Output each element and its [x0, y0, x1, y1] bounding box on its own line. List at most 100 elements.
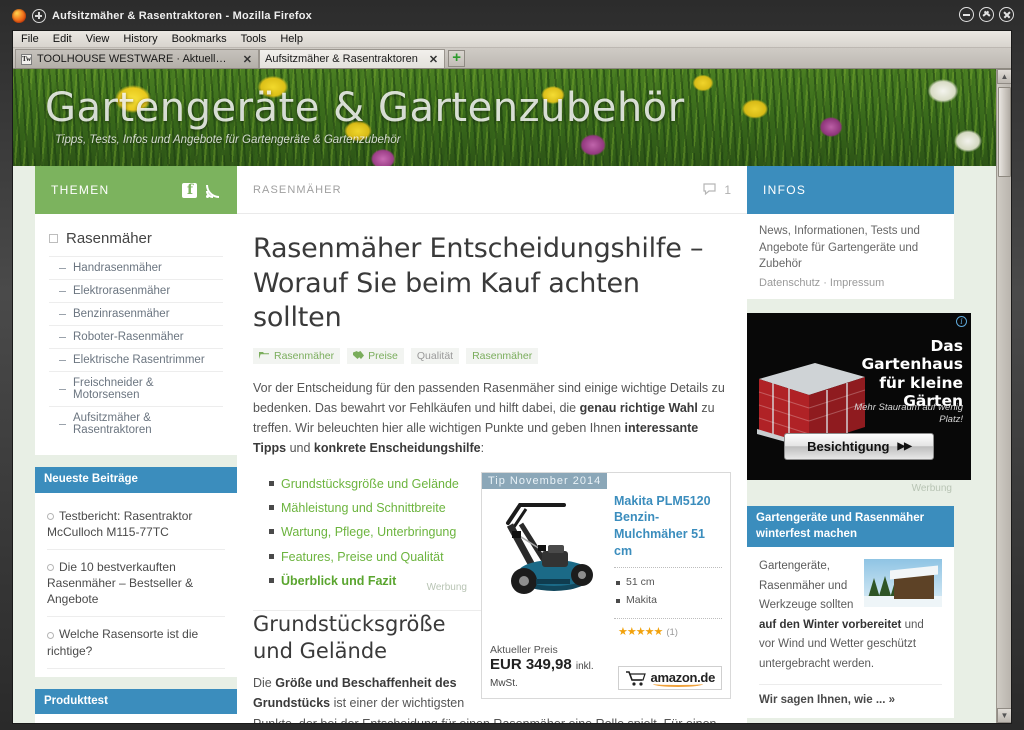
banner-ad[interactable]: i Das Gartenhaus für kleine Gärten Mehr …	[747, 313, 971, 481]
toc-link[interactable]: Überblick und Fazit	[281, 574, 396, 588]
producttest-header: Produkttest	[35, 688, 237, 715]
menu-edit[interactable]: Edit	[53, 33, 72, 45]
firefox-logo-icon	[12, 9, 26, 23]
sidebar-item-elektrische-rasentrimmer[interactable]: Elektrische Rasentrimmer	[49, 348, 223, 371]
window-titlebar: Aufsitzmäher & Rasentraktoren - Mozilla …	[6, 6, 1018, 26]
sidebar-item-label: Elektrische Rasentrimmer	[73, 354, 205, 366]
intro-text-3: und	[286, 441, 314, 456]
toc-item[interactable]: Grundstücksgröße und Gelände	[269, 472, 731, 496]
sidebar-item-label: Handrasenmäher	[73, 262, 162, 274]
window-title: Aufsitzmäher & Rasentraktoren - Mozilla …	[52, 10, 313, 22]
product-rating: ★★★★★ (1)	[614, 625, 722, 638]
toc-link[interactable]: Wartung, Pflege, Unterbringung	[281, 525, 456, 539]
tag-chip-preise[interactable]: Preise	[347, 347, 404, 364]
sidebar-item-handrasenmaeher[interactable]: Handrasenmäher	[49, 256, 223, 279]
sidebar-item-roboter-rasenmaeher[interactable]: Roboter-Rasenmäher	[49, 325, 223, 348]
post-title: Welche Rasensorte ist die richtige?	[47, 627, 199, 658]
sidebar-item-elektrorasenmaeher[interactable]: Elektrorasenmäher	[49, 279, 223, 302]
sidebar-item-label: Freischneider & Motorsensen	[73, 377, 154, 401]
scrollbar-thumb[interactable]	[998, 87, 1011, 177]
vertical-scrollbar[interactable]: ▲ ▼	[996, 69, 1011, 723]
toc-item[interactable]: Wartung, Pflege, Unterbringung	[269, 520, 731, 544]
shopping-cart-icon	[625, 671, 646, 686]
comment-count: 1	[724, 182, 731, 197]
menu-tools[interactable]: Tools	[241, 33, 267, 45]
sidebar-item-freischneider-motorsensen[interactable]: Freischneider & Motorsensen	[49, 371, 223, 406]
article-intro: Vor der Entscheidung für den passenden R…	[253, 378, 731, 459]
winter-more-link[interactable]: Wir sagen Ihnen, wie ... »	[759, 684, 942, 706]
amazon-buy-button[interactable]: amazon.de	[617, 665, 722, 690]
list-item[interactable]: Die 10 bestverkauften Rasenmäher – Bests…	[47, 550, 225, 618]
close-button[interactable]	[999, 7, 1014, 22]
article-meta: Rasenmäher Preise Qualität Rasenmäher	[253, 347, 731, 364]
toc-link[interactable]: Grundstücksgröße und Gelände	[281, 477, 459, 491]
left-sidebar: THEMEN Rasenmäher	[13, 166, 237, 723]
minimize-button[interactable]	[959, 7, 974, 22]
menu-history[interactable]: History	[123, 33, 157, 45]
toc-link[interactable]: Mähleistung und Schnittbreite	[281, 501, 446, 515]
menu-view[interactable]: View	[86, 33, 110, 45]
tab-label: Aufsitzmäher & Rasentraktoren	[265, 53, 418, 65]
ad-info-icon[interactable]: i	[956, 316, 967, 328]
infos-links[interactable]: Datenschutz · Impressum	[759, 277, 942, 289]
toc-link[interactable]: Features, Preise und Qualität	[281, 550, 444, 564]
tab-close-icon[interactable]: ✕	[423, 53, 438, 66]
comment-count-group[interactable]: 1	[703, 183, 731, 197]
bullet-circle-icon	[47, 631, 54, 639]
menu-bar: File Edit View History Bookmarks Tools H…	[13, 31, 1011, 48]
scroll-up-button[interactable]: ▲	[997, 69, 1011, 84]
dash-icon	[59, 290, 66, 292]
tag-chip-rasenmaeher[interactable]: Rasenmäher	[466, 347, 539, 364]
toc-item[interactable]: Überblick und Fazit	[269, 569, 731, 593]
winter-text-a: Gartengeräte, Rasenmäher und Werkzeuge s…	[759, 560, 854, 612]
producttest-widget: Produkttest Testbericht: Rasentraktor Mc…	[35, 688, 237, 723]
firefox-window: Aufsitzmäher & Rasentraktoren - Mozilla …	[0, 0, 1024, 730]
sidebar-item-benzinrasenmaeher[interactable]: Benzinrasenmäher	[49, 302, 223, 325]
sidebar-item-label: Aufsitzmäher & Rasentraktoren	[73, 412, 152, 436]
category-title: Rasenmäher	[66, 230, 152, 247]
price-value: EUR 349,98	[490, 655, 572, 673]
tab-close-icon[interactable]: ✕	[237, 53, 252, 66]
list-item[interactable]: Welche Rasensorte ist die richtige?	[47, 617, 225, 669]
producttest-row[interactable]: Testbericht: Rasentraktor McCulloch M115…	[47, 720, 225, 723]
themen-header-label: THEMEN	[51, 183, 110, 197]
browser-tab-aufsitzmaeher[interactable]: Aufsitzmäher & Rasentraktoren ✕	[259, 49, 446, 68]
category-square-icon	[49, 234, 58, 243]
site-header-banner: Gartengeräte & Gartenzubehör Tipps, Test…	[13, 69, 998, 166]
dash-icon	[59, 313, 66, 315]
facebook-icon[interactable]	[182, 182, 197, 198]
ad-subline: Mehr Stauraum auf wenig Platz!	[854, 402, 963, 426]
toc-item[interactable]: Mähleistung und Schnittbreite	[269, 496, 731, 520]
browser-tab-toolhouse[interactable]: Tw TOOLHOUSE WESTWARE · Aktuelle Projekt…	[15, 49, 259, 68]
article: Rasenmäher Entscheidungshilfe – Worauf S…	[237, 214, 747, 723]
toc-item[interactable]: Features, Preise und Qualität	[269, 545, 731, 569]
menu-file[interactable]: File	[21, 33, 39, 45]
folder-icon	[259, 352, 269, 360]
menu-bookmarks[interactable]: Bookmarks	[172, 33, 227, 45]
sidebar-item-aufsitzmaeher-rasentraktoren[interactable]: Aufsitzmäher & Rasentraktoren	[49, 406, 223, 441]
tab-bar: Tw TOOLHOUSE WESTWARE · Aktuelle Projekt…	[13, 48, 1011, 69]
bullet-circle-icon	[47, 512, 54, 520]
s1-text-a: Die	[253, 676, 276, 691]
category-chip[interactable]: Rasenmäher	[253, 347, 341, 364]
content-header: RASENMÄHER 1	[237, 166, 747, 214]
page-title: Rasenmäher Entscheidungshilfe – Worauf S…	[253, 233, 704, 334]
tag-icon	[353, 351, 365, 360]
scroll-down-button[interactable]: ▼	[997, 708, 1011, 723]
category-title-row[interactable]: Rasenmäher	[49, 224, 223, 256]
sidebar-item-label: Benzinrasenmäher	[73, 308, 170, 320]
ad-cta-button[interactable]: Besichtigung ▶▶	[784, 433, 934, 461]
intro-bold-3: konkrete Enscheidungshilfe	[313, 441, 481, 456]
breadcrumb[interactable]: RASENMÄHER	[253, 184, 342, 196]
product-price: EUR 349,98 inkl. MwSt.	[490, 656, 612, 690]
tag-chip-qualitaet[interactable]: Qualität	[410, 347, 460, 364]
review-count: (1)	[666, 626, 678, 638]
list-item[interactable]: Testbericht: Rasentraktor McCulloch M115…	[47, 499, 225, 550]
maximize-button[interactable]	[979, 7, 994, 22]
product-feature: Makita	[614, 592, 722, 610]
dash-icon	[59, 336, 66, 338]
amazon-label: amazon.de	[650, 670, 715, 688]
menu-help[interactable]: Help	[280, 33, 303, 45]
rss-icon[interactable]	[206, 183, 221, 198]
new-tab-button[interactable]: +	[448, 50, 466, 67]
